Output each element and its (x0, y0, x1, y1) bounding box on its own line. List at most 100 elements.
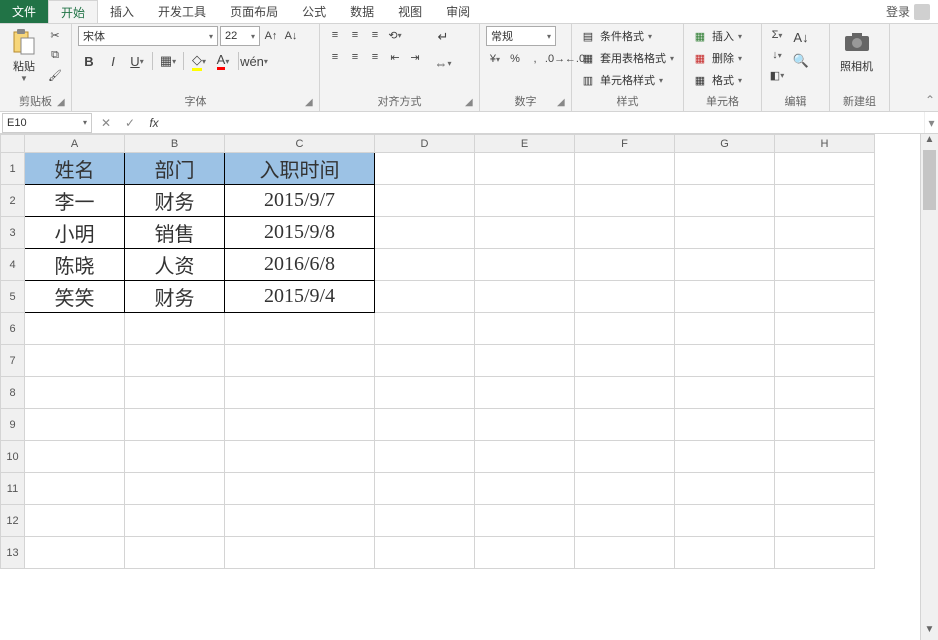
row-header-13[interactable]: 13 (1, 537, 25, 569)
copy-button[interactable]: ⧉ (46, 46, 64, 64)
row-header-1[interactable]: 1 (1, 153, 25, 185)
bold-button[interactable]: B (78, 50, 100, 72)
cell-C8[interactable] (225, 377, 375, 409)
cell-G2[interactable] (675, 185, 775, 217)
column-header-G[interactable]: G (675, 135, 775, 153)
increase-font-button[interactable]: A↑ (262, 27, 280, 45)
cell-C2[interactable]: 2015/9/7 (225, 185, 375, 217)
alignment-dialog-launcher[interactable]: ◢ (465, 97, 477, 109)
scroll-up-button[interactable]: ▲ (921, 134, 938, 150)
number-dialog-launcher[interactable]: ◢ (557, 97, 569, 109)
cell-H11[interactable] (775, 473, 875, 505)
cell-B6[interactable] (125, 313, 225, 345)
cell-H8[interactable] (775, 377, 875, 409)
cell-H5[interactable] (775, 281, 875, 313)
collapse-ribbon-button[interactable]: ⌃ (925, 93, 935, 107)
cell-E3[interactable] (475, 217, 575, 249)
orientation-button[interactable]: ⟲▾ (386, 26, 404, 44)
cell-D8[interactable] (375, 377, 475, 409)
row-header-2[interactable]: 2 (1, 185, 25, 217)
cell-F4[interactable] (575, 249, 675, 281)
align-bottom-button[interactable]: ≡ (366, 26, 384, 44)
cell-C9[interactable] (225, 409, 375, 441)
column-header-H[interactable]: H (775, 135, 875, 153)
cell-G4[interactable] (675, 249, 775, 281)
cell-B9[interactable] (125, 409, 225, 441)
cell-F2[interactable] (575, 185, 675, 217)
merge-center-button[interactable]: ⇔▾ (432, 52, 454, 74)
tab-file[interactable]: 文件 (0, 0, 48, 23)
cell-B10[interactable] (125, 441, 225, 473)
cell-F10[interactable] (575, 441, 675, 473)
increase-indent-button[interactable]: ⇥ (406, 48, 424, 66)
row-header-9[interactable]: 9 (1, 409, 25, 441)
cell-E11[interactable] (475, 473, 575, 505)
cell-B4[interactable]: 人资 (125, 249, 225, 281)
cell-G9[interactable] (675, 409, 775, 441)
cell-G11[interactable] (675, 473, 775, 505)
font-size-combo[interactable]: 22▾ (220, 26, 260, 46)
cell-E13[interactable] (475, 537, 575, 569)
worksheet[interactable]: ABCDEFGH1姓名部门入职时间2李一财务2015/9/73小明销售2015/… (0, 134, 920, 640)
cell-B12[interactable] (125, 505, 225, 537)
cell-D6[interactable] (375, 313, 475, 345)
column-header-A[interactable]: A (25, 135, 125, 153)
cell-F11[interactable] (575, 473, 675, 505)
accounting-format-button[interactable]: ¥▾ (486, 50, 504, 68)
row-header-7[interactable]: 7 (1, 345, 25, 377)
cell-A1[interactable]: 姓名 (25, 153, 125, 185)
format-painter-button[interactable]: 🖌 (46, 66, 64, 84)
cell-B7[interactable] (125, 345, 225, 377)
cell-G3[interactable] (675, 217, 775, 249)
tab-home[interactable]: 开始 (48, 0, 98, 23)
cell-C7[interactable] (225, 345, 375, 377)
cell-B11[interactable] (125, 473, 225, 505)
column-header-F[interactable]: F (575, 135, 675, 153)
tab-review[interactable]: 审阅 (434, 0, 482, 23)
cell-H3[interactable] (775, 217, 875, 249)
cell-E10[interactable] (475, 441, 575, 473)
cell-A3[interactable]: 小明 (25, 217, 125, 249)
formula-input[interactable] (166, 113, 924, 133)
expand-formula-bar-button[interactable]: ▾ (924, 112, 938, 133)
cell-H13[interactable] (775, 537, 875, 569)
cell-A2[interactable]: 李一 (25, 185, 125, 217)
cell-E6[interactable] (475, 313, 575, 345)
cell-G8[interactable] (675, 377, 775, 409)
cell-E5[interactable] (475, 281, 575, 313)
cell-D12[interactable] (375, 505, 475, 537)
find-select-button[interactable]: 🔍 (790, 50, 812, 72)
tab-developer[interactable]: 开发工具 (146, 0, 218, 23)
comma-button[interactable]: , (526, 50, 544, 68)
format-cells-button[interactable]: ▦格式▾ (690, 70, 744, 90)
cell-E8[interactable] (475, 377, 575, 409)
conditional-formatting-button[interactable]: ▤条件格式▾ (578, 26, 654, 46)
cell-F1[interactable] (575, 153, 675, 185)
row-header-4[interactable]: 4 (1, 249, 25, 281)
align-top-button[interactable]: ≡ (326, 26, 344, 44)
cell-A7[interactable] (25, 345, 125, 377)
cell-A6[interactable] (25, 313, 125, 345)
align-right-button[interactable]: ≡ (366, 48, 384, 66)
cell-F5[interactable] (575, 281, 675, 313)
login-button[interactable]: 登录 (878, 0, 938, 23)
cancel-formula-button[interactable]: ✕ (94, 116, 118, 130)
row-header-12[interactable]: 12 (1, 505, 25, 537)
row-header-5[interactable]: 5 (1, 281, 25, 313)
cell-G13[interactable] (675, 537, 775, 569)
font-name-combo[interactable]: 宋体▾ (78, 26, 218, 46)
cell-H6[interactable] (775, 313, 875, 345)
decrease-font-button[interactable]: A↓ (282, 27, 300, 45)
name-box[interactable]: E10▾ (2, 113, 92, 133)
cell-C10[interactable] (225, 441, 375, 473)
insert-function-button[interactable]: fx (142, 116, 166, 130)
cell-G5[interactable] (675, 281, 775, 313)
cell-E7[interactable] (475, 345, 575, 377)
cell-C1[interactable]: 入职时间 (225, 153, 375, 185)
sort-filter-button[interactable]: A↓ (790, 26, 812, 48)
number-format-combo[interactable]: 常规▾ (486, 26, 556, 46)
cell-F3[interactable] (575, 217, 675, 249)
align-center-button[interactable]: ≡ (346, 48, 364, 66)
borders-button[interactable]: ▦▾ (157, 50, 179, 72)
phonetic-button[interactable]: wén▾ (243, 50, 265, 72)
